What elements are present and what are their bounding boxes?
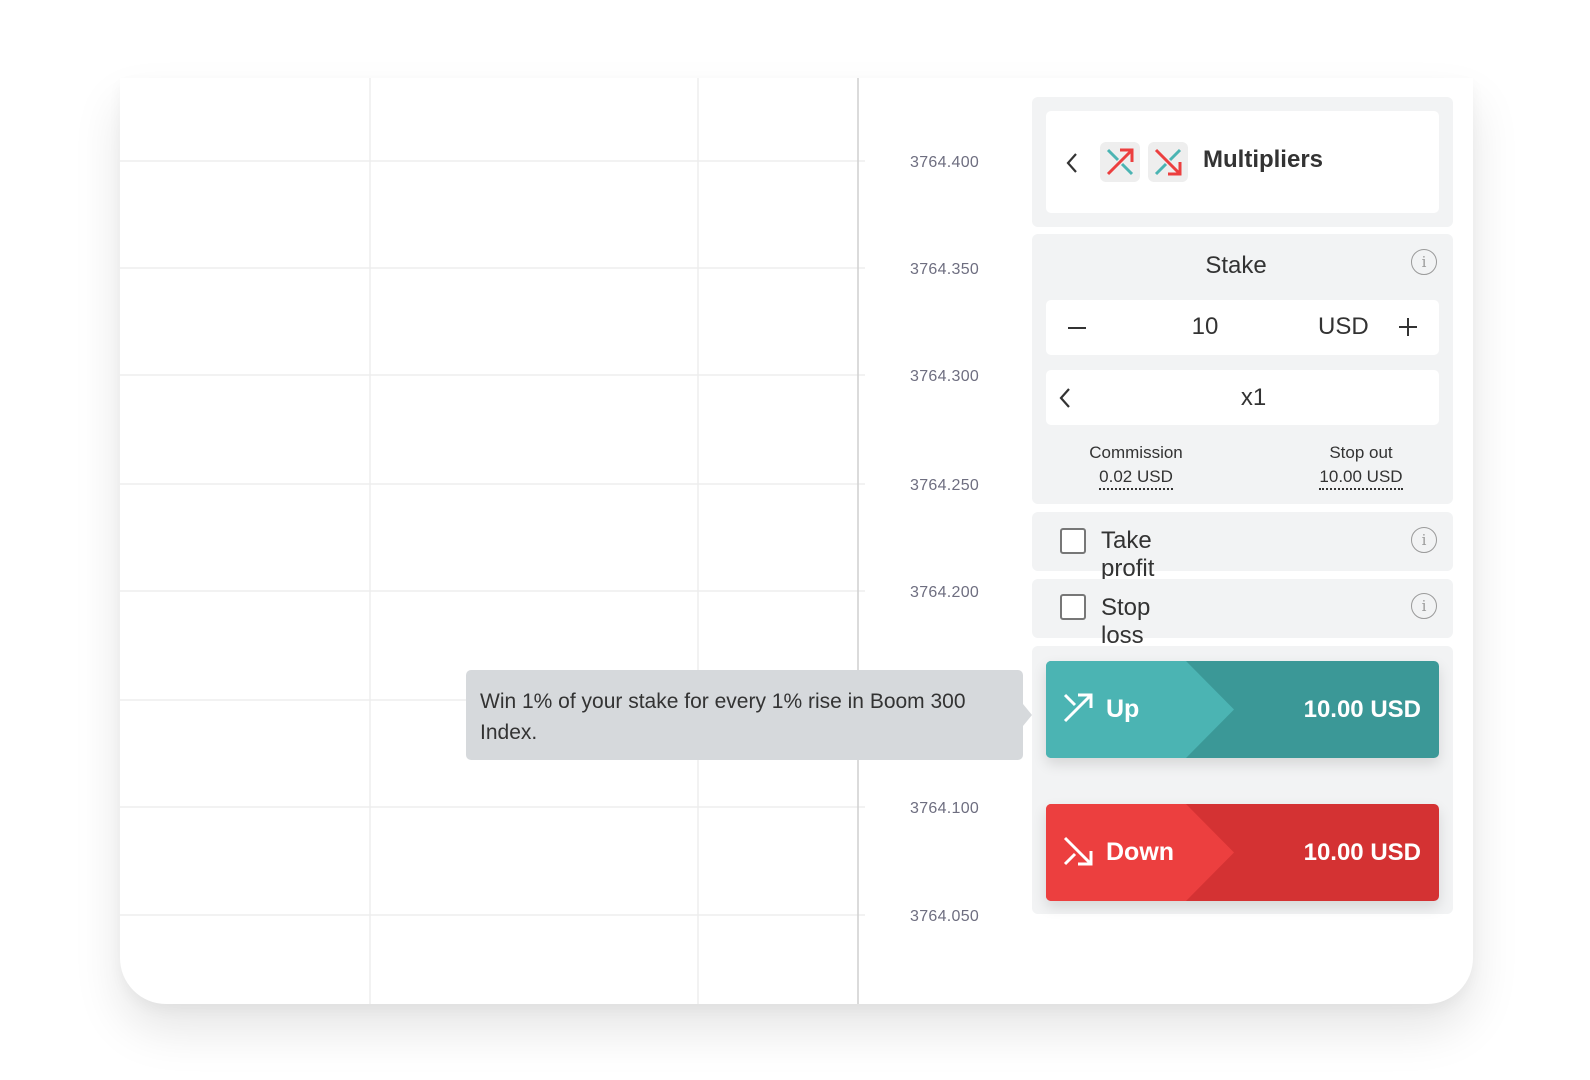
price-tick-label: 3764.300 bbox=[910, 368, 980, 385]
increase-stake-button[interactable] bbox=[1397, 316, 1419, 338]
commission-amount[interactable]: 0.02 USD bbox=[1099, 467, 1173, 490]
buy-down-button[interactable]: Down 10.00 USD bbox=[1046, 804, 1439, 901]
take-profit-row bbox=[1032, 512, 1453, 571]
stop-loss-row bbox=[1032, 579, 1453, 638]
tooltip-arrow bbox=[1023, 704, 1032, 726]
up-button-label: Up bbox=[1106, 695, 1140, 723]
back-chevron-icon[interactable] bbox=[1064, 151, 1080, 175]
down-arrow-icon bbox=[1063, 836, 1093, 866]
price-tick-label: 3764.050 bbox=[910, 908, 980, 925]
down-button-label: Down bbox=[1106, 838, 1175, 866]
stake-label: Stake bbox=[1205, 252, 1267, 279]
multiplier-up-icon bbox=[1100, 142, 1140, 182]
stop-out-value[interactable]: 10.00 USD bbox=[1285, 467, 1437, 490]
stop-out-amount[interactable]: 10.00 USD bbox=[1319, 467, 1403, 490]
down-button-amount: 10.00 USD bbox=[1303, 838, 1421, 866]
up-button-amount: 10.00 USD bbox=[1303, 695, 1421, 723]
decrease-stake-button[interactable] bbox=[1066, 317, 1088, 339]
stop-loss-checkbox[interactable] bbox=[1060, 594, 1086, 620]
take-profit-checkbox[interactable] bbox=[1060, 528, 1086, 554]
stop-out-label: Stop out bbox=[1329, 443, 1393, 462]
stop-loss-label[interactable]: Stop loss bbox=[1101, 594, 1150, 650]
commission-value[interactable]: 0.02 USD bbox=[1060, 467, 1212, 490]
stake-currency: USD bbox=[1318, 313, 1369, 340]
stake-value[interactable]: 10 bbox=[1175, 313, 1235, 341]
take-profit-info-icon[interactable]: i bbox=[1411, 527, 1437, 553]
price-tick-label: 3764.350 bbox=[910, 261, 980, 278]
price-tick-label: 3764.250 bbox=[910, 477, 980, 494]
commission-label: Commission bbox=[1089, 443, 1183, 462]
price-tick-label: 3764.100 bbox=[910, 800, 980, 817]
chart-grid bbox=[120, 78, 865, 1004]
multiplier-value: x1 bbox=[1240, 384, 1267, 411]
price-tick-label: 3764.200 bbox=[910, 584, 980, 601]
up-button-tooltip: Win 1% of your stake for every 1% rise i… bbox=[466, 670, 1023, 760]
stake-info-icon[interactable]: i bbox=[1411, 249, 1437, 275]
stake-input bbox=[1046, 300, 1439, 355]
buy-up-button[interactable]: Up 10.00 USD bbox=[1046, 661, 1439, 758]
price-tick-label: 3764.400 bbox=[910, 154, 980, 171]
trade-type-title: Multipliers bbox=[1203, 146, 1324, 173]
multiplier-down-icon bbox=[1148, 142, 1188, 182]
stop-loss-info-icon[interactable]: i bbox=[1411, 593, 1437, 619]
up-arrow-icon bbox=[1063, 693, 1093, 723]
take-profit-label[interactable]: Take profit bbox=[1101, 527, 1154, 583]
